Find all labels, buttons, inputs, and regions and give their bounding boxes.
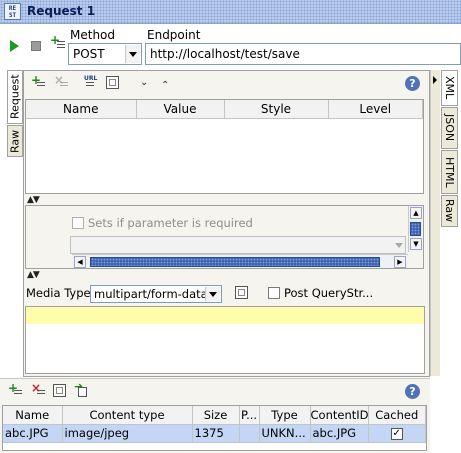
attachment-p[interactable]	[239, 424, 260, 443]
current-line-highlight	[26, 307, 424, 324]
add-endpoint-icon[interactable]: +	[50, 33, 66, 53]
help-icon[interactable]: ?	[405, 76, 420, 91]
url-params-icon[interactable]: URL	[84, 75, 98, 89]
cached-checkbox[interactable]: ✓	[390, 427, 403, 440]
tab-html[interactable]: HTML	[441, 150, 458, 194]
attachment-content-type[interactable]: image/jpeg	[62, 424, 193, 443]
column-header[interactable]: Style	[224, 100, 329, 119]
column-header[interactable]: Level	[328, 100, 423, 119]
method-select[interactable]: POST	[68, 43, 142, 65]
tab-json[interactable]: JSON	[441, 107, 458, 149]
submit-request-icon[interactable]	[10, 40, 19, 52]
post-querystring-checkbox[interactable]	[268, 287, 280, 299]
param-options-field[interactable]	[70, 236, 406, 254]
splitter-arrows-icon[interactable]: ▲▼	[27, 195, 40, 205]
chevron-down-icon[interactable]	[395, 243, 403, 248]
splitter-arrows-icon[interactable]: ▲▼	[27, 270, 40, 280]
vertical-scrollbar[interactable]: ▲ ▼	[408, 206, 423, 252]
remove-attachment-icon[interactable]: ×	[31, 381, 45, 398]
horizontal-scrollbar[interactable]: ◀ ▶	[72, 254, 408, 268]
chevron-down-icon[interactable]	[125, 45, 140, 63]
export-attachment-icon[interactable]: ➜	[74, 380, 88, 398]
tab-raw-right[interactable]: Raw	[441, 195, 458, 227]
tab-raw-left[interactable]: Raw	[7, 125, 23, 157]
required-label: Sets if parameter is required	[88, 216, 253, 230]
attachment-type[interactable]: UNKN...	[259, 424, 311, 443]
edit-param-icon[interactable]	[106, 76, 119, 89]
scroll-up-icon[interactable]: ▲	[410, 207, 422, 219]
collapse-arrow-icon[interactable]	[433, 76, 437, 84]
column-header[interactable]: Name	[26, 100, 137, 119]
required-checkbox[interactable]	[72, 217, 84, 229]
column-header[interactable]: Cached	[368, 406, 426, 425]
window-titlebar: RE ST Request 1	[0, 0, 461, 24]
column-header[interactable]: Content type	[62, 406, 193, 425]
attachment-content-id[interactable]: abc.JPG	[310, 424, 369, 443]
help-icon[interactable]: ?	[405, 384, 420, 399]
scrollbar-thumb[interactable]	[410, 222, 421, 236]
rest-request-icon: RE ST	[4, 3, 21, 20]
column-header[interactable]: Size	[192, 406, 240, 425]
add-attachment-icon[interactable]: +	[8, 381, 22, 398]
right-panel-divider[interactable]	[430, 70, 440, 376]
chevron-down-icon[interactable]	[205, 287, 220, 301]
attachment-size[interactable]: 1375	[192, 424, 240, 443]
method-label: Method	[70, 28, 116, 42]
scroll-left-icon[interactable]: ◀	[74, 256, 86, 268]
edit-media-type-icon[interactable]	[235, 286, 248, 299]
params-table[interactable]: Name Value Style Level	[25, 99, 424, 194]
scroll-right-icon[interactable]: ▶	[394, 256, 406, 268]
media-type-label: Media Type	[26, 286, 91, 300]
table-row[interactable]: abc.JPG image/jpeg 1375 UNKN... abc.JPG …	[3, 424, 426, 443]
tab-xml[interactable]: XML	[441, 70, 458, 106]
endpoint-input[interactable]: http://localhost/test/save	[145, 43, 461, 65]
scroll-down-icon[interactable]: ▼	[410, 238, 422, 250]
attachments-table[interactable]: Name Content type Size P... Type Content…	[2, 405, 427, 451]
move-down-icon[interactable]: ⌄	[140, 77, 148, 88]
media-type-value: multipart/form-data	[94, 287, 208, 301]
endpoint-label: Endpoint	[147, 28, 201, 42]
cached-cell[interactable]: ✓	[368, 424, 426, 443]
edit-attachment-icon[interactable]	[53, 384, 66, 397]
column-header[interactable]: Value	[136, 100, 225, 119]
attachment-name[interactable]: abc.JPG	[3, 424, 63, 443]
column-header[interactable]: ContentID	[310, 406, 369, 425]
column-header[interactable]: P...	[239, 406, 260, 425]
remove-param-icon[interactable]: ×	[54, 73, 68, 90]
add-param-icon[interactable]: +	[31, 73, 45, 90]
media-type-select[interactable]: multipart/form-data	[90, 285, 222, 303]
tab-request[interactable]: Request	[7, 70, 23, 124]
scrollbar-thumb[interactable]	[90, 257, 380, 267]
column-header[interactable]: Name	[3, 406, 63, 425]
move-up-icon[interactable]: ⌃	[161, 80, 169, 91]
method-select-value: POST	[73, 47, 105, 61]
post-querystring-label: Post QueryStr...	[284, 286, 374, 300]
stop-request-icon[interactable]	[31, 41, 41, 51]
column-header[interactable]: Type	[259, 406, 311, 425]
window-title: Request 1	[27, 4, 96, 18]
